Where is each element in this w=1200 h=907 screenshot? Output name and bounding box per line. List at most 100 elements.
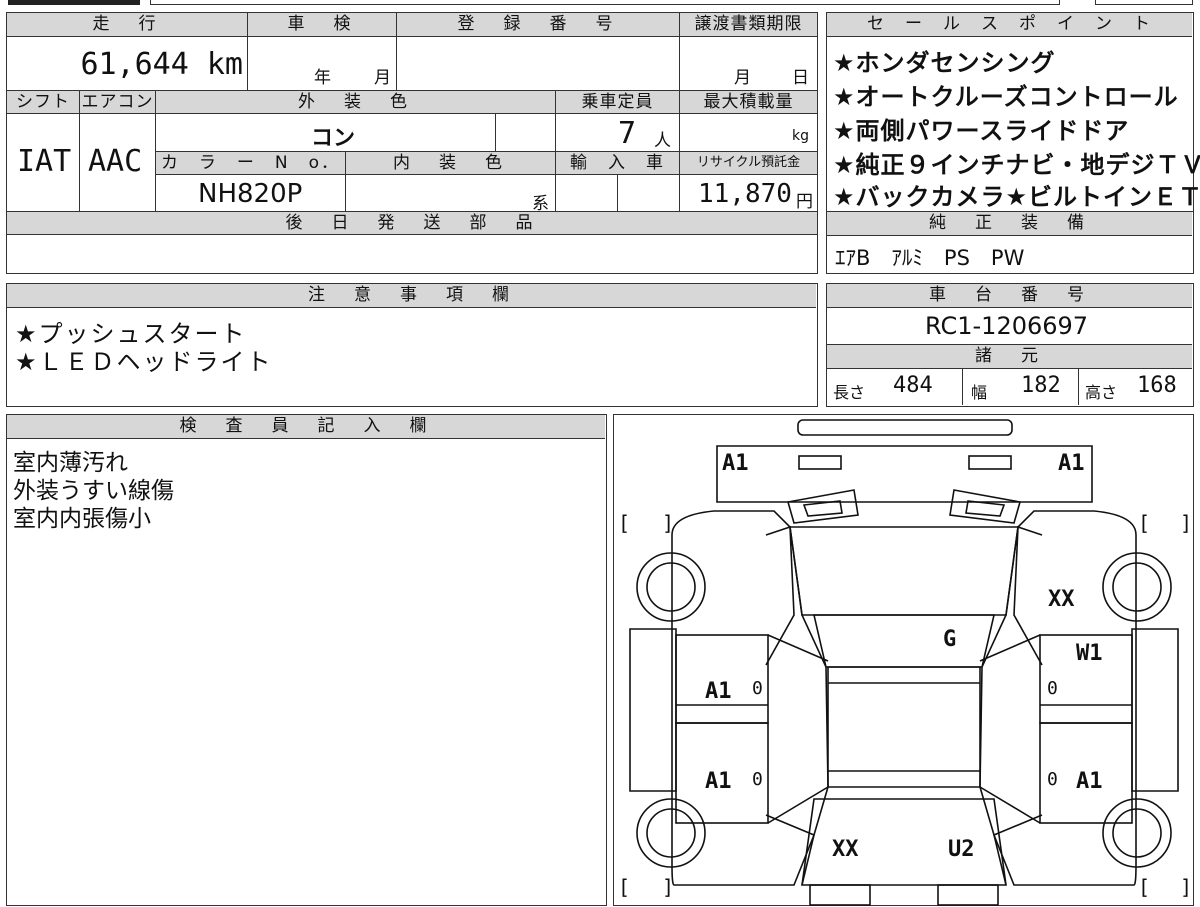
bracket-left-bottom-open: [ bbox=[618, 875, 631, 899]
exterior-color-header: 外 装 色 bbox=[156, 91, 556, 114]
mark-front-left: A1 bbox=[722, 451, 749, 476]
sales-point-3: ★両側パワースライドドア bbox=[833, 117, 1130, 145]
inspector-line-3: 室内内張傷小 bbox=[13, 506, 151, 532]
height-cell: 高さ 168 bbox=[1079, 369, 1192, 405]
car-outline-diagram bbox=[629, 419, 1179, 906]
mark-left-rear-door: A1 bbox=[705, 769, 732, 794]
aircon-header: エアコン bbox=[80, 91, 156, 114]
max-load-cell: kg bbox=[680, 114, 817, 152]
inspection-month-unit: 月 bbox=[374, 68, 391, 88]
recycle-unit: 円 bbox=[796, 192, 813, 212]
mileage-header: 走 行 bbox=[7, 13, 248, 37]
sales-point-2: ★オートクルーズコントロール bbox=[833, 83, 1179, 111]
sales-point-box: セ ー ル ス ポ イ ン ト ★ホンダセンシング ★オートクルーズコントロール… bbox=[826, 12, 1200, 212]
mark-hood: G bbox=[943, 627, 957, 652]
mark-right-front-fender: XX bbox=[1048, 587, 1075, 612]
interior-color-header: 内 装 色 bbox=[346, 152, 556, 175]
notes-header: 注 意 事 項 欄 bbox=[7, 284, 816, 308]
notes-box: 注 意 事 項 欄 ★プッシュスタート ★ＬＥＤヘッドライト bbox=[6, 283, 818, 407]
import-cell-1 bbox=[556, 175, 618, 212]
transfer-deadline-cell: 月 日 bbox=[680, 37, 817, 91]
interior-color-unit: 系 bbox=[532, 194, 549, 212]
inspection-year-unit: 年 bbox=[314, 68, 331, 88]
damage-diagram-box: [ ] [ ] [ ] [ ] A1 A1 G XX W1 A1 A1 A1 X… bbox=[613, 414, 1194, 906]
bracket-right-top-open: [ bbox=[1138, 511, 1151, 535]
sales-point-5: ★バックカメラ★ビルトインＥＴＣ bbox=[833, 183, 1200, 211]
recycle-cell: 11,870 円 bbox=[680, 175, 817, 212]
shift-header: シフト bbox=[7, 91, 80, 114]
mark-left-front-door: A1 bbox=[705, 679, 732, 704]
bracket-left-top-open: [ bbox=[618, 511, 631, 535]
bracket-right-bottom-open: [ bbox=[1138, 875, 1151, 899]
mark-rear-right: U2 bbox=[948, 837, 975, 862]
top-strip bbox=[8, 0, 140, 5]
bracket-right-bottom-close: ] bbox=[1180, 875, 1193, 899]
mark-right-rear-door: A1 bbox=[1076, 769, 1103, 794]
later-parts-cell bbox=[7, 235, 817, 272]
exterior-color-cell: コン bbox=[156, 114, 496, 152]
exterior-color-value: コン bbox=[311, 126, 356, 151]
color-no-value: NH820P bbox=[198, 179, 303, 209]
mark-right-front-door: W1 bbox=[1076, 641, 1103, 666]
width-label: 幅 bbox=[971, 383, 988, 402]
equipment-box: 純 正 装 備 ｴｱB ｱﾙﾐ PS PW bbox=[826, 211, 1194, 274]
height-value: 168 bbox=[1137, 373, 1177, 398]
length-label: 長さ bbox=[833, 383, 866, 402]
inspection-header: 車 検 bbox=[248, 13, 397, 37]
chassis-header: 車 台 番 号 bbox=[827, 284, 1192, 308]
chassis-value: RC1-1206697 bbox=[925, 312, 1089, 340]
mark-zero-left-front: 0 bbox=[752, 678, 763, 699]
color-no-header: カ ラ ー N o． bbox=[156, 152, 346, 175]
inspection-cell: 年 月 bbox=[248, 37, 397, 91]
chassis-box: 車 台 番 号 RC1-1206697 諸 元 長さ 484 幅 182 高さ … bbox=[826, 283, 1194, 407]
shift-cell: IAT bbox=[7, 114, 80, 212]
bracket-left-bottom-close: ] bbox=[662, 875, 675, 899]
chassis-cell: RC1-1206697 bbox=[827, 308, 1192, 345]
later-parts-header: 後 日 発 送 部 品 bbox=[7, 212, 817, 235]
transfer-deadline-header: 譲渡書類期限 bbox=[680, 13, 817, 37]
registration-cell bbox=[397, 37, 680, 91]
mark-front-right: A1 bbox=[1058, 451, 1085, 476]
equipment-header: 純 正 装 備 bbox=[827, 212, 1192, 236]
sales-point-header: セ ー ル ス ポ イ ン ト bbox=[827, 13, 1192, 37]
capacity-unit: 人 bbox=[654, 131, 671, 151]
inspector-box: 検 査 員 記 入 欄 室内薄汚れ 外装うすい線傷 室内内張傷小 bbox=[6, 414, 607, 906]
aircon-value: AAC bbox=[88, 144, 143, 179]
inspector-header: 検 査 員 記 入 欄 bbox=[7, 415, 605, 439]
recycle-value: 11,870 bbox=[698, 179, 792, 209]
length-value: 484 bbox=[893, 373, 933, 398]
import-cell-2 bbox=[618, 175, 680, 212]
exterior-color-extra-cell bbox=[496, 114, 556, 152]
bracket-right-top-close: ] bbox=[1180, 511, 1193, 535]
vehicle-info-table: 走 行 車 検 登 録 番 号 譲渡書類期限 61,644 km 年 月 月 日… bbox=[6, 12, 818, 274]
interior-color-cell: 系 bbox=[346, 175, 556, 212]
width-cell: 幅 182 bbox=[963, 369, 1079, 405]
sales-point-4: ★純正９インチナビ・地デジＴＶ bbox=[833, 151, 1200, 179]
top-strip-line bbox=[150, 0, 1060, 5]
height-label: 高さ bbox=[1085, 383, 1118, 402]
registration-header: 登 録 番 号 bbox=[397, 13, 680, 37]
mileage-value: 61,644 km bbox=[80, 47, 243, 82]
sales-point-1: ★ホンダセンシング bbox=[833, 49, 1056, 77]
aircon-cell: AAC bbox=[80, 114, 156, 212]
shift-value: IAT bbox=[17, 144, 72, 179]
notes-line-2: ★ＬＥＤヘッドライト bbox=[15, 348, 273, 376]
mark-rear-left: XX bbox=[832, 837, 859, 862]
top-strip-right bbox=[1095, 0, 1193, 5]
equipment-value: ｴｱB ｱﾙﾐ PS PW bbox=[835, 246, 1025, 270]
bracket-left-top-close: ] bbox=[662, 511, 675, 535]
length-cell: 長さ 484 bbox=[827, 369, 963, 405]
capacity-header: 乗車定員 bbox=[556, 91, 680, 114]
transfer-day-unit: 日 bbox=[792, 68, 809, 88]
capacity-value: 7 bbox=[618, 116, 637, 151]
import-header: 輸 入 車 bbox=[556, 152, 680, 175]
max-load-header: 最大積載量 bbox=[680, 91, 817, 114]
capacity-cell: 7 人 bbox=[556, 114, 680, 152]
color-no-cell: NH820P bbox=[156, 175, 346, 212]
mark-zero-right-front: 0 bbox=[1047, 678, 1058, 699]
max-load-unit: kg bbox=[792, 128, 809, 144]
mark-zero-left-rear: 0 bbox=[752, 769, 763, 790]
width-value: 182 bbox=[1021, 373, 1061, 398]
mileage-cell: 61,644 km bbox=[7, 37, 248, 91]
mark-zero-right-rear: 0 bbox=[1047, 769, 1058, 790]
